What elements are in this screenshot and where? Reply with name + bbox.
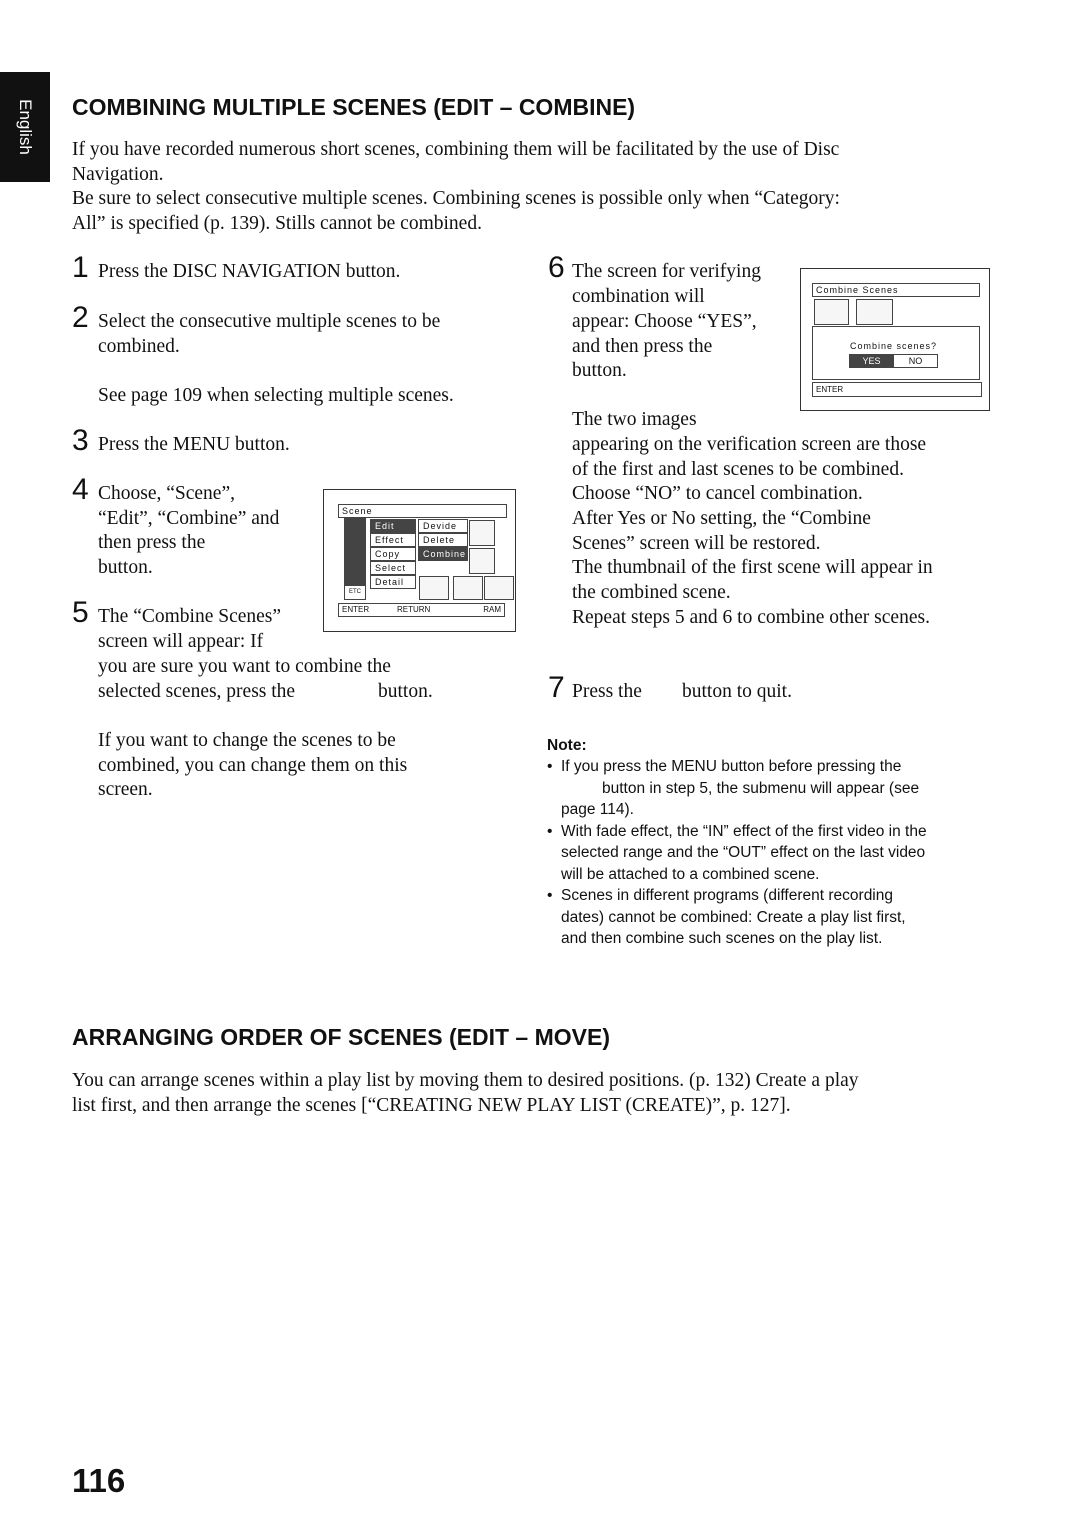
- step-text: “Edit”, “Combine” and: [98, 508, 280, 529]
- section-title-move: ARRANGING ORDER OF SCENES (EDIT – MOVE): [72, 1024, 610, 1050]
- step-text: The screen for verifying: [572, 261, 761, 282]
- step-text: Repeat steps 5 and 6 to combine other sc…: [572, 607, 930, 628]
- intro-line: All” is specified (p. 139). Stills canno…: [72, 213, 482, 234]
- note-bullet: • With fade effect, the “IN” effect of t…: [547, 822, 927, 883]
- thumbnail: [453, 576, 483, 600]
- body-line: You can arrange scenes within a play lis…: [72, 1070, 859, 1091]
- step-text: screen will appear: If: [98, 631, 264, 652]
- step-text: Choose “NO” to cancel combination.: [572, 483, 863, 504]
- step-text: combined, you can change them on this: [98, 755, 408, 776]
- yes-option: YES: [849, 354, 894, 368]
- intro-line: If you have recorded numerous short scen…: [72, 139, 840, 160]
- step-text: button to quit.: [682, 681, 792, 702]
- combine-confirm-illustration: Combine Scenes Combine scenes? YES NO EN…: [800, 268, 990, 411]
- body-line: list first, and then arrange the scenes …: [72, 1095, 791, 1116]
- menu-item-select: Select: [370, 561, 416, 575]
- first-scene-thumbnail: [814, 299, 849, 325]
- step-number: 3: [72, 424, 89, 457]
- page-number: 116: [72, 1462, 126, 1499]
- submenu-combine: Combine: [418, 547, 468, 561]
- intro-line: Navigation.: [72, 164, 164, 185]
- step-number: 4: [72, 473, 89, 506]
- step-text: The “Combine Scenes”: [98, 606, 282, 627]
- thumbnail: [419, 576, 449, 600]
- ram-indicator: RAM: [483, 605, 501, 614]
- menu-item-copy: Copy: [370, 547, 416, 561]
- intro-line: Be sure to select consecutive multiple s…: [72, 188, 840, 209]
- enter-hint: ENTER: [342, 605, 370, 614]
- thumbnail: [469, 548, 495, 574]
- step-text: the combined scene.: [572, 582, 731, 603]
- note-bullet: • Scenes in different programs (differen…: [547, 887, 906, 947]
- step-text: combination will: [572, 286, 705, 307]
- step-text: you are sure you want to combine the: [98, 656, 391, 677]
- step-text: See page 109 when selecting multiple sce…: [98, 385, 454, 406]
- screen-header: Combine Scenes: [812, 283, 980, 297]
- step-text: The thumbnail of the first scene will ap…: [572, 557, 933, 578]
- step-number: 5: [72, 596, 89, 629]
- menu-screen-illustration: Scene ETC Edit Effect Copy Select Detail…: [323, 489, 516, 632]
- step-text: The two images: [572, 409, 697, 430]
- step-text: and then press the: [572, 336, 713, 357]
- etc-label: ETC: [344, 585, 366, 600]
- submenu-delete: Delete: [418, 533, 468, 547]
- note-label: Note:: [547, 737, 587, 754]
- step-number: 1: [72, 251, 89, 284]
- step-text: After Yes or No setting, the “Combine: [572, 508, 871, 529]
- step-text: appear: Choose “YES”,: [572, 311, 757, 332]
- step-number: 6: [548, 251, 565, 284]
- step-text: If you want to change the scenes to be: [98, 730, 396, 751]
- no-option: NO: [893, 354, 938, 368]
- step-text: selected scenes, press the: [98, 681, 296, 702]
- confirm-question: Combine scenes?: [850, 341, 938, 351]
- step-text: of the first and last scenes to be combi…: [572, 459, 904, 480]
- menu-item-edit: Edit: [370, 519, 416, 533]
- language-label: English: [16, 99, 35, 155]
- thumbnail: [484, 576, 514, 600]
- section-title-combine: COMBINING MULTIPLE SCENES (EDIT – COMBIN…: [72, 94, 636, 120]
- manual-page: English COMBINING MULTIPLE SCENES (EDIT …: [0, 0, 1080, 1529]
- step-text: screen.: [98, 779, 153, 800]
- language-tab: English: [0, 72, 50, 182]
- step-text: then press the: [98, 532, 206, 553]
- confirm-dialog: Combine scenes? YES NO: [812, 326, 980, 380]
- step-text: Scenes” screen will be restored.: [572, 533, 821, 554]
- step-number: 2: [72, 301, 89, 334]
- step-text: button.: [572, 360, 627, 381]
- step-text: Press the: [572, 681, 642, 702]
- enter-hint: ENTER: [812, 382, 982, 397]
- menu-item-detail: Detail: [370, 575, 416, 589]
- return-hint: RETURN: [397, 605, 431, 614]
- note-bullet: • If you press the MENU button before pr…: [547, 758, 920, 818]
- last-scene-thumbnail: [856, 299, 893, 325]
- screen-header: Scene: [338, 504, 507, 518]
- submenu-devide: Devide: [418, 519, 468, 533]
- step-text: button.: [98, 557, 153, 578]
- step-text: Select the consecutive multiple scenes t…: [98, 311, 441, 332]
- step-text: Press the DISC NAVIGATION button.: [98, 261, 401, 282]
- step-text: button.: [378, 681, 433, 702]
- step-text: appearing on the verification screen are…: [572, 434, 927, 455]
- step-text: Press the MENU button.: [98, 434, 290, 455]
- menu-item-effect: Effect: [370, 533, 416, 547]
- note-list: • If you press the MENU button before pr…: [547, 756, 997, 950]
- step-text: Choose, “Scene”,: [98, 483, 235, 504]
- step-number: 7: [548, 671, 565, 704]
- step-text: combined.: [98, 336, 180, 357]
- thumbnail: [469, 520, 495, 546]
